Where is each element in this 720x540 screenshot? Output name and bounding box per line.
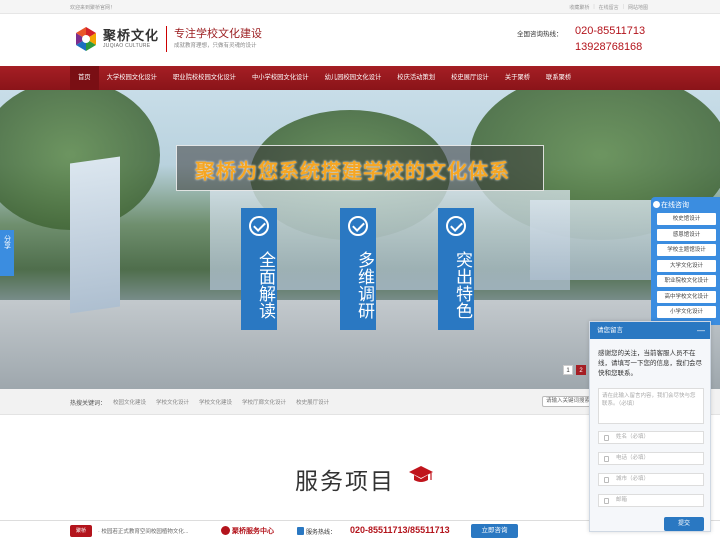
check-icon (249, 216, 269, 236)
hotline-number: 020-85511713 (575, 25, 646, 37)
chat-header[interactable]: 请您留言 — (590, 322, 710, 339)
graduation-cap-icon (409, 466, 433, 482)
chat-widget: 请您留言 — 感谢您的关注，当前客服人员不在线，请填写一下您的信息，我们会尽快和… (589, 321, 711, 532)
check-icon (348, 216, 368, 236)
name-field[interactable]: 姓名（必填） (598, 431, 704, 444)
keyword-link[interactable]: 校园文化建设 (113, 398, 146, 406)
service-icon (221, 526, 230, 535)
nav-item-about[interactable]: 关于聚桥 (497, 66, 538, 90)
mail-icon (604, 498, 609, 504)
slogan-sub: 成就教育理想，只做有灵魂的设计 (174, 43, 257, 49)
section-title: 服务项目 (295, 468, 395, 494)
welcome-text: 欢迎来到聚桥官网！ (70, 5, 116, 11)
logo-name: 聚桥文化 (103, 28, 160, 43)
banner-display-wall (530, 200, 660, 280)
nav-item-k12[interactable]: 中小学校园文化设计 (244, 66, 317, 90)
keyword-link[interactable]: 学校文化设计 (156, 398, 189, 406)
nav-item-home[interactable]: 首页 (70, 66, 99, 90)
banner-pillar: 多维调研 (340, 208, 376, 330)
slide-dot-active[interactable]: 2 (576, 365, 586, 375)
consult-button[interactable]: 立即咨询 (471, 524, 518, 538)
banner-headline-text: 聚桥为您系统搭建学校的文化体系 (195, 159, 510, 183)
email-field[interactable]: 邮箱 (598, 494, 704, 507)
pillar-text: 多维调研 (355, 251, 374, 319)
nav-item-history-hall[interactable]: 校史展厅设计 (443, 66, 497, 90)
online-consult-menu: 在线咨询 校史馆设计 感恩馆设计 学校主题馆设计 大学文化设计 职业院校文化设计… (651, 197, 720, 325)
consult-item[interactable]: 职业院校文化设计 (657, 275, 716, 287)
slide-pagination: 1 2 (563, 365, 586, 375)
sitemap-link[interactable]: 网站地图 (628, 4, 648, 11)
service-phone-label: 服务热线： (306, 530, 337, 536)
nav-item-university[interactable]: 大学校园文化设计 (99, 66, 165, 90)
logo-english: JUQIAO CULTURE (103, 43, 151, 49)
hotline-label: 全国咨询热线： (517, 31, 563, 38)
separator: | (593, 4, 595, 10)
separator: | (622, 4, 624, 10)
online-consult-title[interactable]: 在线咨询 (661, 200, 689, 210)
nav-item-anniversary[interactable]: 校庆活动策划 (389, 66, 443, 90)
logo-mark-icon (76, 27, 96, 51)
consult-item[interactable]: 高中学校文化设计 (657, 290, 716, 303)
top-strip: 欢迎来到聚桥官网！ 收藏聚桥 | 在线留言 | 网站地图 (0, 0, 720, 14)
share-label: 分享 (3, 235, 11, 249)
divider (166, 26, 167, 52)
user-icon (604, 435, 609, 441)
message-textarea[interactable]: 请在此输入留言内容，我们会尽快与您联系。（必填） (598, 388, 704, 424)
banner-sign-wall (70, 156, 120, 314)
bookmark-link[interactable]: 收藏聚桥 (569, 4, 589, 11)
consult-item[interactable]: 学校主题馆设计 (657, 244, 716, 256)
email-placeholder: 邮箱 (616, 497, 628, 503)
consult-item[interactable]: 小学文化设计 (657, 306, 716, 318)
keyword-link[interactable]: 学校文化建设 (199, 398, 232, 406)
consult-item[interactable]: 大学文化设计 (657, 259, 716, 272)
banner-pillar: 突出特色 (438, 208, 474, 330)
top-links: 收藏聚桥 | 在线留言 | 网站地图 (569, 4, 648, 11)
site-logo[interactable]: 聚桥文化 JUQIAO CULTURE (72, 22, 160, 58)
submit-button[interactable]: 提交 (664, 517, 704, 531)
consult-item[interactable]: 校史馆设计 (657, 213, 716, 225)
pillar-text: 突出特色 (453, 251, 472, 319)
chat-title: 请您留言 (597, 327, 623, 334)
city-field[interactable]: 城市（必填） (598, 473, 704, 486)
mobile-number: 13928768168 (575, 41, 643, 53)
service-phone: 020-85511713/85511713 (350, 525, 450, 535)
consult-item[interactable]: 感恩馆设计 (657, 228, 716, 241)
hot-keywords-label: 热搜关键词： (70, 401, 107, 407)
slide-dot[interactable]: 1 (563, 365, 573, 375)
slogan-main: 专注学校文化建设 (174, 28, 262, 40)
chat-message: 感谢您的关注，当前客服人员不在线，请填写一下您的信息，我们会尽快和您联系。 (598, 350, 702, 377)
banner-headline: 聚桥为您系统搭建学校的文化体系 (176, 145, 544, 191)
banner-pillar: 全面解读 (241, 208, 277, 330)
nav-item-contact[interactable]: 联系聚桥 (538, 66, 579, 90)
footer-logo: 聚桥 (70, 525, 92, 537)
name-placeholder: 姓名（必填） (616, 434, 650, 440)
main-nav: 首页 大学校园文化设计 职业院校校园文化设计 中小学校园文化设计 幼儿园校园文化… (0, 66, 720, 90)
phone-icon (297, 527, 304, 535)
message-link[interactable]: 在线留言 (599, 4, 619, 11)
keyword-link[interactable]: 校史展厅设计 (296, 398, 329, 406)
phone-placeholder: 电话（必填） (616, 455, 650, 461)
keyword-link[interactable]: 学校厅廊文化设计 (242, 398, 286, 406)
site-header: 聚桥文化 JUQIAO CULTURE 专注学校文化建设 成就教育理想，只做有灵… (0, 14, 720, 66)
phone-field[interactable]: 电话（必填） (598, 452, 704, 465)
pillar-text: 全面解读 (256, 251, 275, 319)
phone-icon (604, 456, 609, 462)
nav-item-vocational[interactable]: 职业院校校园文化设计 (165, 66, 244, 90)
nav-item-kindergarten[interactable]: 幼儿园校园文化设计 (317, 66, 390, 90)
city-placeholder: 城市（必填） (616, 476, 650, 482)
news-ticker[interactable]: · 校园若正式教育空间校园植物文化... (98, 527, 188, 535)
chat-icon (653, 201, 660, 208)
check-icon (446, 216, 466, 236)
share-tab[interactable]: 分享 (0, 230, 14, 276)
location-icon (604, 477, 609, 483)
service-center-label: 聚桥服务中心 (232, 528, 274, 535)
minimize-icon[interactable]: — (697, 322, 705, 339)
